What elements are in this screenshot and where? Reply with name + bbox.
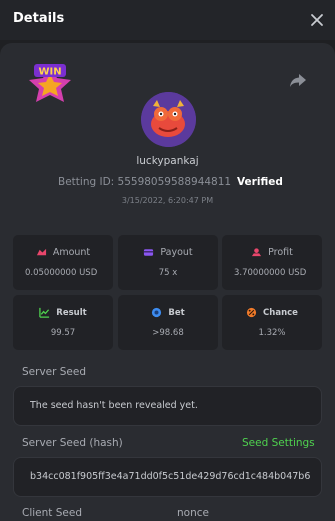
server-seed-field: The seed hasn't been revealed yet. bbox=[13, 386, 322, 426]
username: luckypankaj bbox=[136, 155, 199, 167]
stat-result-label: Result bbox=[56, 307, 87, 318]
server-seed-hash-field[interactable]: b34cc081f905ff3e4a71dd0f5c51de429d76cd1c… bbox=[13, 457, 322, 497]
share-icon[interactable] bbox=[288, 70, 308, 90]
stat-bet-label: Bet bbox=[168, 307, 185, 318]
win-badge-icon: WIN bbox=[29, 64, 71, 102]
modal-title: Details bbox=[13, 11, 65, 26]
stat-profit-value: 3.70000000 USD bbox=[234, 268, 307, 278]
server-seed-hash-value: b34cc081f905ff3e4a71dd0f5c51de429d76cd1c… bbox=[30, 471, 310, 482]
profit-icon bbox=[252, 248, 262, 257]
stat-chance-value: 1.32% bbox=[258, 328, 286, 338]
payout-icon bbox=[144, 249, 154, 256]
amount-icon bbox=[36, 248, 46, 256]
server-seed-label: Server Seed bbox=[22, 366, 87, 378]
stat-amount-value: 0.05000000 USD bbox=[25, 268, 98, 278]
modal-header: Details bbox=[0, 0, 335, 40]
stat-result-value: 99.57 bbox=[50, 328, 76, 338]
betting-id: Betting ID: 55598059588944811 bbox=[58, 176, 232, 188]
stat-chance-label: Chance bbox=[263, 307, 298, 318]
seed-settings-link[interactable]: Seed Settings bbox=[242, 437, 315, 449]
stat-bet-value: >98.68 bbox=[152, 328, 184, 338]
stat-amount-label: Amount bbox=[52, 247, 91, 258]
result-icon bbox=[39, 307, 50, 318]
avatar bbox=[141, 92, 196, 147]
stat-payout-value: 75 x bbox=[158, 268, 178, 278]
stat-amount: Amount 0.05000000 USD bbox=[13, 235, 113, 290]
bet-timestamp: 3/15/2022, 6:20:47 PM bbox=[121, 196, 214, 205]
bet-icon bbox=[152, 307, 162, 318]
svg-text:WIN: WIN bbox=[38, 67, 61, 78]
client-seed-label: Client Seed bbox=[22, 507, 82, 519]
stat-result: Result 99.57 bbox=[13, 295, 113, 350]
stat-profit: Profit 3.70000000 USD bbox=[222, 235, 322, 290]
chance-icon bbox=[246, 307, 257, 318]
stat-profit-label: Profit bbox=[268, 247, 293, 258]
stat-bet: Bet >98.68 bbox=[118, 295, 218, 350]
verified-badge: Verified bbox=[237, 176, 283, 188]
server-seed-hash-label: Server Seed (hash) bbox=[22, 437, 123, 449]
close-icon[interactable] bbox=[306, 9, 328, 31]
dragon-avatar-icon bbox=[141, 92, 196, 147]
stat-payout: Payout 75 x bbox=[118, 235, 218, 290]
server-seed-value: The seed hasn't been revealed yet. bbox=[30, 400, 198, 411]
stat-payout-label: Payout bbox=[160, 247, 193, 258]
nonce-label: nonce bbox=[177, 507, 209, 519]
stat-chance: Chance 1.32% bbox=[222, 295, 322, 350]
